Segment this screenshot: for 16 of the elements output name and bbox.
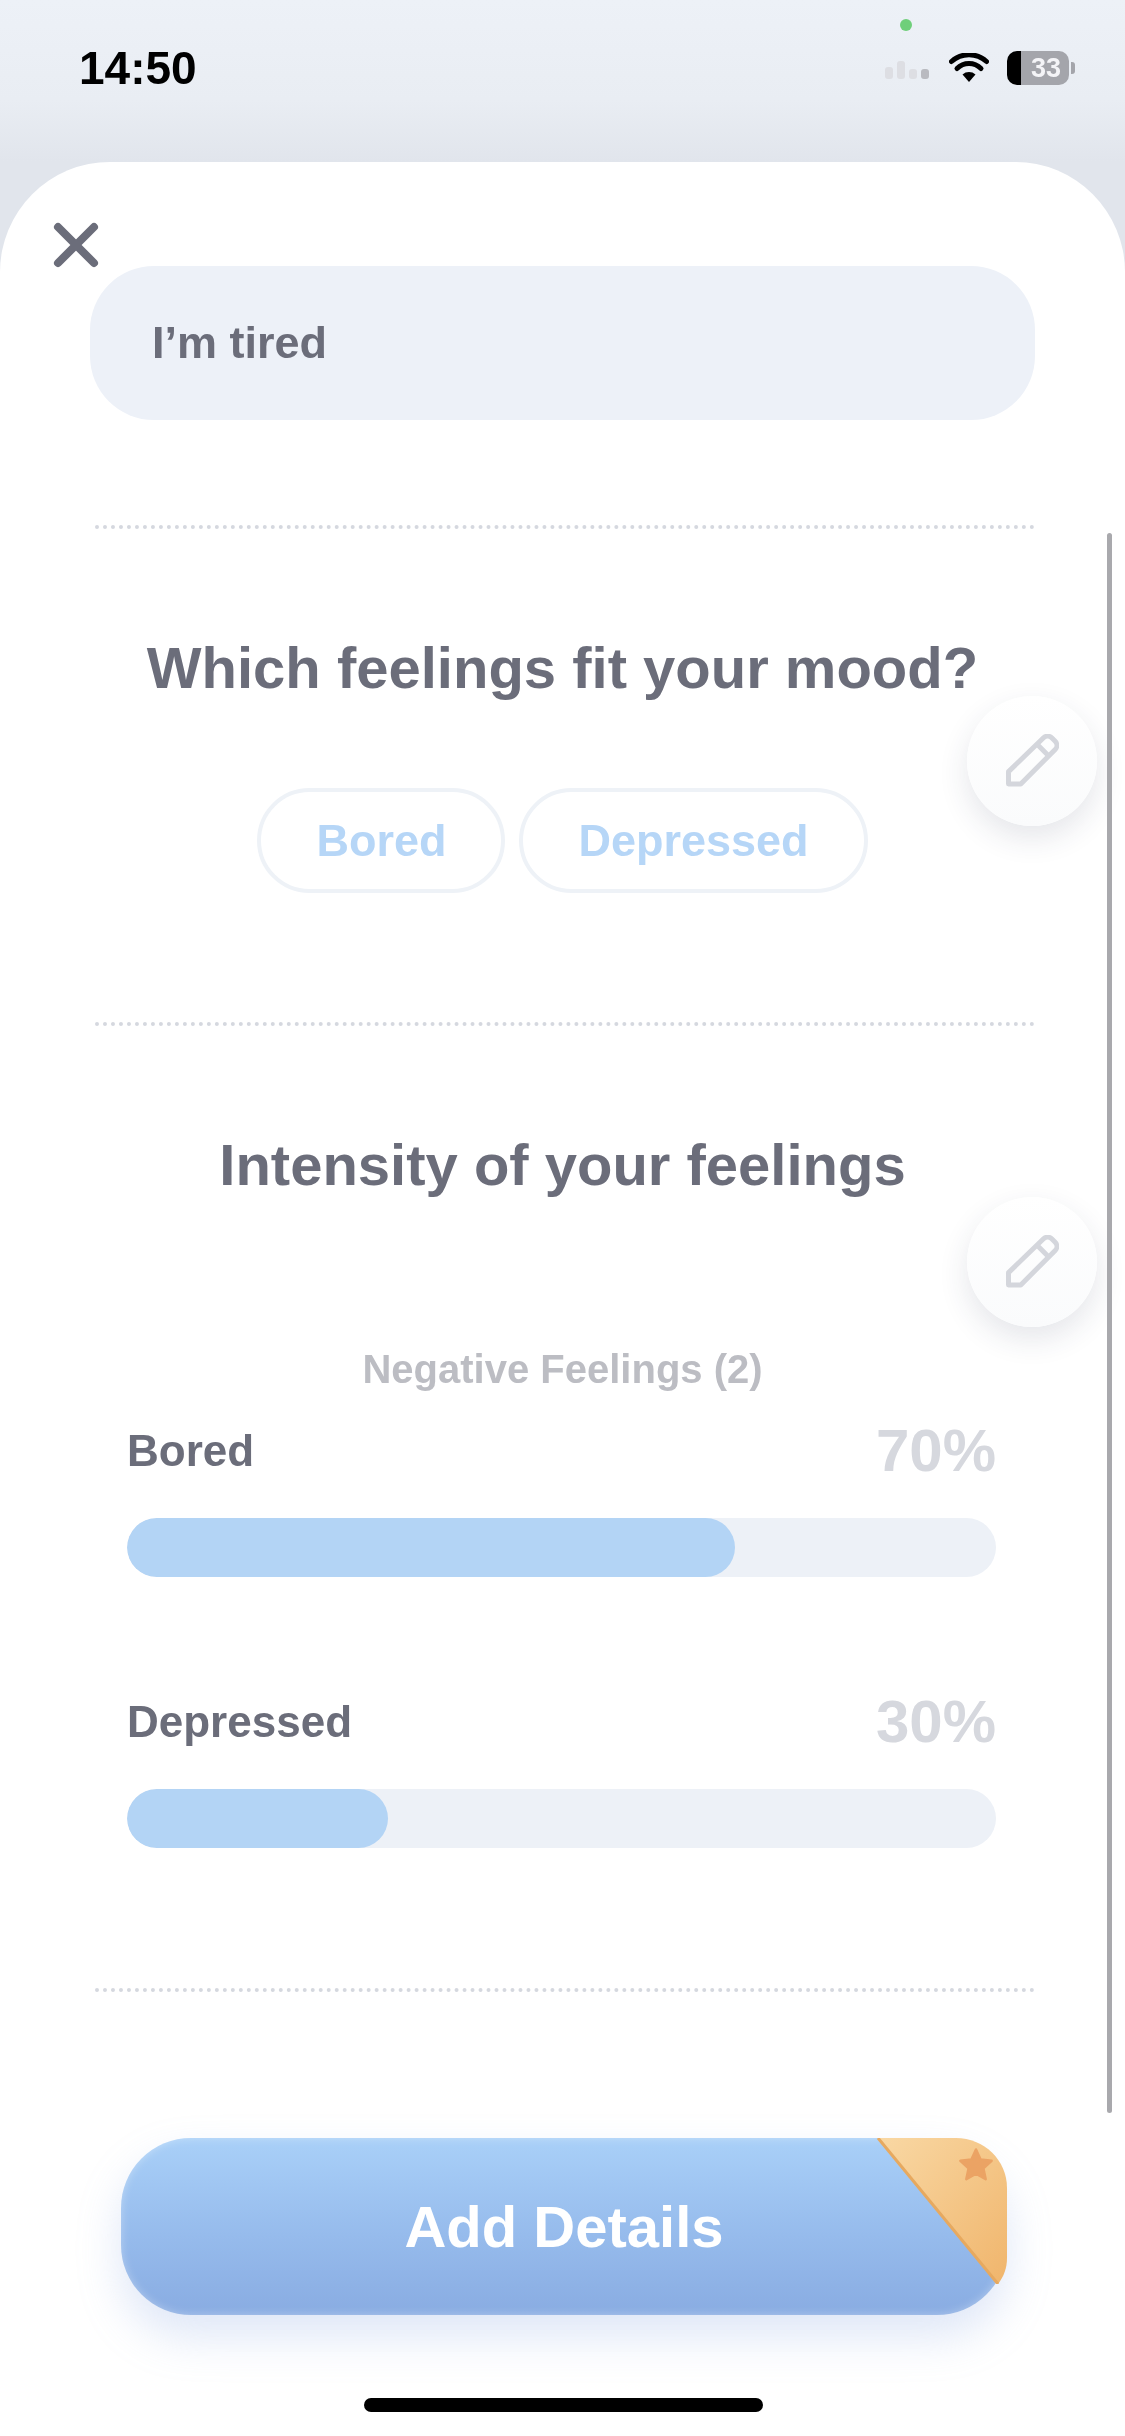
wifi-icon <box>949 53 989 83</box>
feeling-name: Bored <box>127 1426 255 1476</box>
battery-indicator: 33 <box>1007 51 1075 85</box>
feeling-chip: Depressed <box>519 788 868 893</box>
feeling-chip: Bored <box>257 788 506 893</box>
pencil-icon <box>1005 1235 1059 1289</box>
star-icon <box>958 2148 994 2183</box>
feeling-name: Depressed <box>127 1697 352 1747</box>
pencil-icon <box>1005 734 1059 788</box>
section-title: Which feelings fit your mood? <box>146 636 979 700</box>
section-title: Intensity of your feelings <box>219 1133 906 1197</box>
group-label: Negative Feelings (2) <box>362 1346 763 1392</box>
note-input[interactable]: I’m tired <box>90 266 1035 420</box>
indicator-dot-icon <box>900 19 912 31</box>
clock-time: 14:50 <box>79 44 197 92</box>
close-icon[interactable] <box>53 222 99 268</box>
